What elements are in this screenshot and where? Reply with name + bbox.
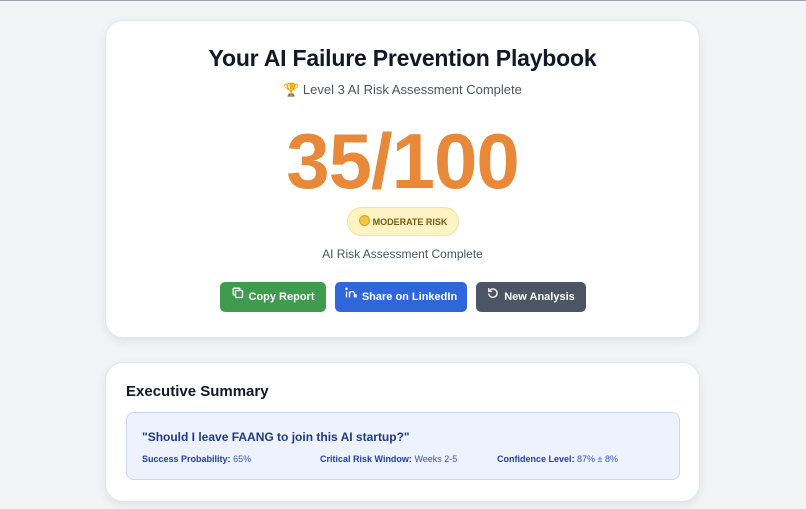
copy-report-label: Copy Report (248, 291, 315, 303)
metric-label: Confidence Level: (497, 454, 575, 464)
metric-value: Weeks 2-5 (414, 454, 458, 464)
confidence-level-metric: Confidence Level: 87% ± 8% (497, 454, 618, 464)
risk-score: 35/100 (286, 117, 520, 205)
neutral-face-icon (358, 215, 370, 226)
new-analysis-button[interactable]: New Analysis (476, 282, 586, 312)
executive-summary-card: Executive Summary "Should I leave FAANG … (105, 362, 700, 502)
metric-label: Critical Risk Window: (320, 454, 412, 464)
window-top-border (0, 0, 806, 1)
linkedin-icon (345, 281, 357, 311)
metric-label: Success Probability: (142, 454, 231, 464)
copy-report-button[interactable]: Copy Report (220, 282, 326, 312)
risk-level-label: MODERATE RISK (372, 217, 448, 227)
refresh-icon (487, 281, 499, 311)
executive-summary-title: Executive Summary (126, 383, 269, 400)
assessment-status: AI Risk Assessment Complete (322, 247, 483, 261)
metric-value: 65% (233, 454, 252, 464)
playbook-hero-card: Your AI Failure Prevention Playbook 🏆 Le… (105, 20, 700, 338)
analysis-question: "Should I leave FAANG to join this AI st… (142, 430, 410, 444)
metric-value: 87% ± 8% (577, 454, 618, 464)
share-linkedin-label: Share on LinkedIn (361, 291, 458, 303)
question-summary-box: "Should I leave FAANG to join this AI st… (126, 412, 680, 480)
copy-icon (232, 281, 244, 311)
share-linkedin-button[interactable]: Share on LinkedIn (335, 282, 467, 312)
risk-level-badge: MODERATE RISK (347, 207, 459, 236)
critical-risk-window-metric: Critical Risk Window: Weeks 2-5 (320, 454, 457, 464)
page-title: Your AI Failure Prevention Playbook (208, 45, 597, 71)
new-analysis-label: New Analysis (504, 291, 575, 303)
success-probability-metric: Success Probability: 65% (142, 454, 251, 464)
assessment-level-subtitle: 🏆 Level 3 AI Risk Assessment Complete (283, 82, 522, 97)
